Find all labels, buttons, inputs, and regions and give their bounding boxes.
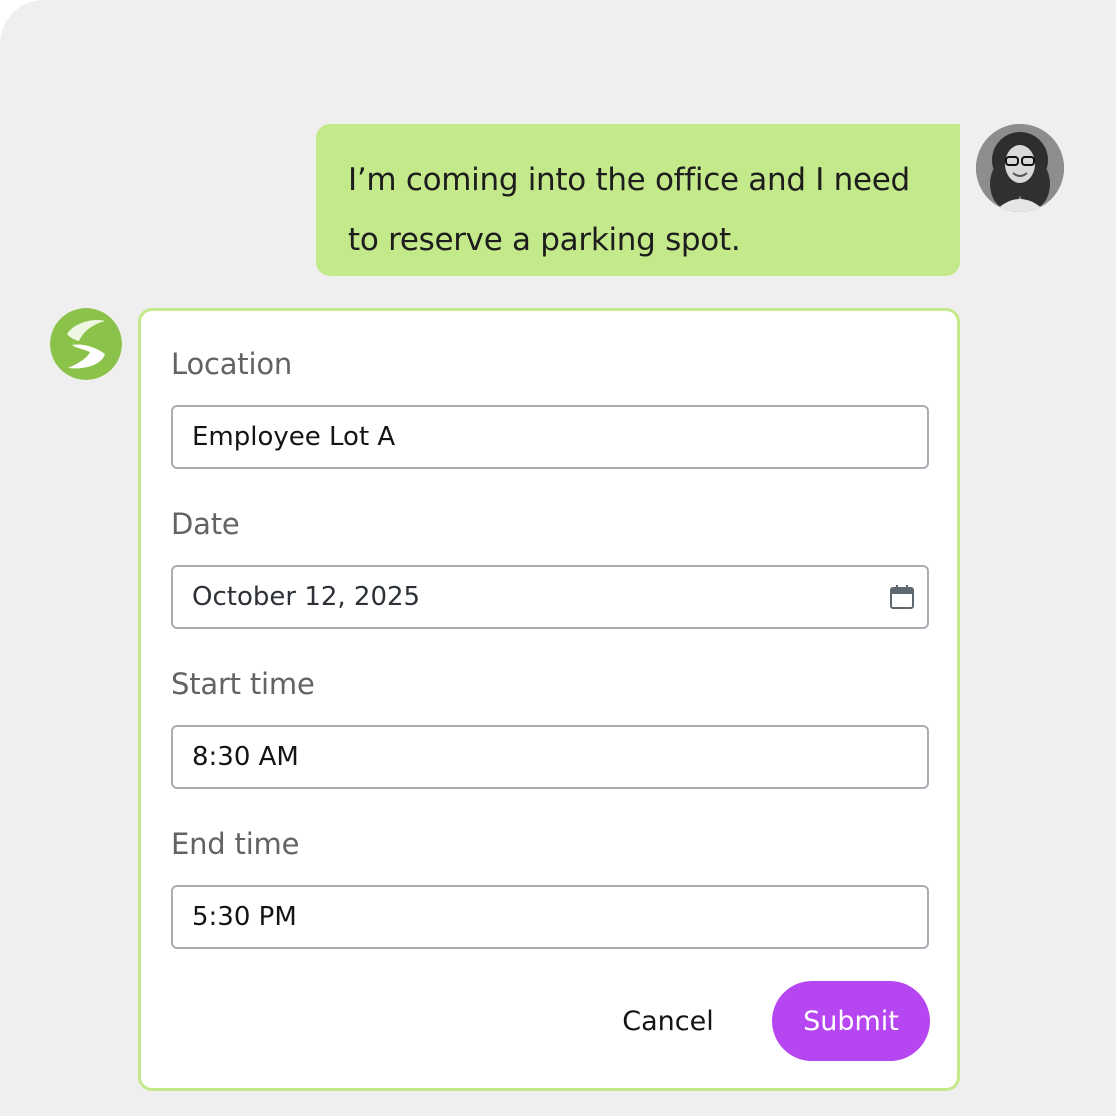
location-value: Employee Lot A <box>192 422 396 452</box>
cancel-button[interactable]: Cancel <box>599 981 737 1061</box>
chat-canvas: I’m coming into the office and I need to… <box>0 0 1116 1116</box>
start-time-value: 8:30 AM <box>192 742 299 772</box>
user-message-bubble: I’m coming into the office and I need to… <box>316 124 960 276</box>
parking-reservation-form: Location Employee Lot A Date October 12,… <box>138 308 960 1091</box>
date-input[interactable]: October 12, 2025 <box>171 565 929 629</box>
end-time-label: End time <box>171 827 300 861</box>
end-time-input[interactable]: 5:30 PM <box>171 885 929 949</box>
date-value: October 12, 2025 <box>192 582 421 612</box>
location-label: Location <box>171 347 293 381</box>
user-message-line: to reserve a parking spot. <box>348 222 741 258</box>
start-time-label: Start time <box>171 667 315 701</box>
user-message-line: I’m coming into the office and I need <box>348 162 910 198</box>
user-avatar <box>976 124 1064 212</box>
date-label: Date <box>171 507 240 541</box>
end-time-value: 5:30 PM <box>192 902 297 932</box>
submit-button[interactable]: Submit <box>772 981 930 1061</box>
user-avatar-icon <box>976 124 1064 212</box>
start-time-input[interactable]: 8:30 AM <box>171 725 929 789</box>
calendar-icon[interactable] <box>889 584 915 610</box>
leaf-logo-icon <box>50 308 122 380</box>
location-input[interactable]: Employee Lot A <box>171 405 929 469</box>
bot-avatar <box>50 308 122 380</box>
